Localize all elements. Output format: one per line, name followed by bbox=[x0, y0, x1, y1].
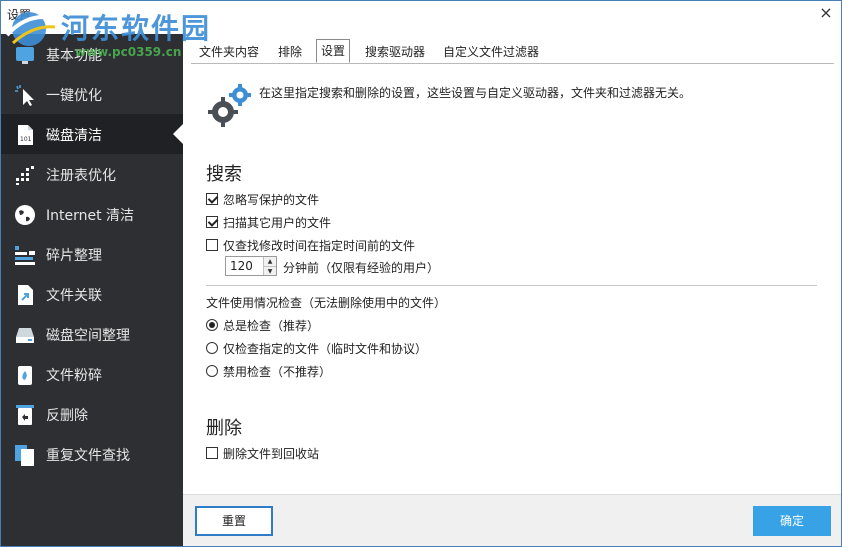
watermark-logo-icon bbox=[5, 12, 58, 46]
watermark-text: 河东软件园 bbox=[61, 12, 212, 45]
sidebar-item-label: 重复文件查找 bbox=[46, 448, 130, 464]
checkbox-label: 删除文件到回收站 bbox=[223, 447, 320, 461]
sidebar-item-disk-clean[interactable]: 101 磁盘清洁 bbox=[1, 114, 183, 154]
sidebar-item-label: 反删除 bbox=[46, 408, 88, 424]
spin-up-button[interactable]: ▲ bbox=[263, 257, 276, 266]
duplicate-files-icon bbox=[15, 445, 34, 466]
reset-button[interactable]: 重置 bbox=[195, 506, 273, 536]
tab-settings[interactable]: 设置 bbox=[316, 39, 351, 63]
sidebar-item-registry-optimize[interactable]: 注册表优化 bbox=[1, 154, 183, 194]
registry-dots-icon bbox=[16, 166, 34, 185]
radio-button[interactable] bbox=[206, 365, 218, 377]
sidebar-item-label: 磁盘空间整理 bbox=[46, 328, 130, 344]
sidebar-item-file-shredder[interactable]: 文件粉碎 bbox=[1, 354, 183, 394]
sidebar-item-defrag[interactable]: 碎片整理 bbox=[1, 234, 183, 274]
checkbox-label: 扫描其它用户的文件 bbox=[223, 216, 332, 230]
active-pointer bbox=[173, 124, 183, 144]
defrag-icon bbox=[15, 246, 35, 265]
sidebar-item-label: 文件粉碎 bbox=[46, 368, 102, 384]
radio-label: 仅检查指定的文件（临时文件和协议） bbox=[223, 342, 428, 356]
checkbox-box[interactable] bbox=[206, 193, 218, 205]
radio-button[interactable] bbox=[206, 342, 218, 354]
checkbox-box[interactable] bbox=[206, 239, 218, 251]
minutes-spinbox[interactable]: 120 ▲ ▼ bbox=[225, 256, 277, 276]
drive-icon bbox=[16, 328, 34, 343]
minutes-value[interactable]: 120 bbox=[230, 259, 253, 273]
sidebar-item-file-association[interactable]: 文件关联 bbox=[1, 274, 183, 314]
section-divider bbox=[206, 285, 817, 286]
sidebar-item-disk-space[interactable]: 磁盘空间整理 bbox=[1, 314, 183, 354]
checkbox-box[interactable] bbox=[206, 447, 218, 459]
checkbox-label: 仅查找修改时间在指定时间前的文件 bbox=[223, 239, 416, 253]
settings-window: 设置 × 基本功能 一键优化 101 磁盘清洁 注册表优化 Internet 清… bbox=[0, 0, 842, 547]
tab-exclude[interactable]: 排除 bbox=[274, 41, 306, 63]
spin-down-button[interactable]: ▼ bbox=[263, 266, 276, 275]
sidebar-item-undelete[interactable]: 反删除 bbox=[1, 394, 183, 434]
globe-icon bbox=[15, 205, 35, 225]
radio-label: 总是检查（推荐） bbox=[223, 319, 320, 333]
close-button[interactable]: × bbox=[815, 3, 837, 25]
search-section-title: 搜索 bbox=[206, 164, 242, 185]
watermark-url: www.pc0359.cn bbox=[75, 45, 182, 59]
cursor-sparkle-icon bbox=[15, 85, 34, 106]
tab-folder-content[interactable]: 文件夹内容 bbox=[195, 41, 263, 63]
tab-search-drives[interactable]: 搜索驱动器 bbox=[361, 41, 429, 63]
sidebar-item-internet-clean[interactable]: Internet 清洁 bbox=[1, 194, 183, 234]
sidebar-item-duplicate-finder[interactable]: 重复文件查找 bbox=[1, 434, 183, 474]
file-link-icon bbox=[18, 285, 33, 305]
svg-text:101: 101 bbox=[20, 136, 32, 143]
sidebar-item-label: 一键优化 bbox=[46, 88, 102, 104]
shredder-icon bbox=[18, 366, 32, 385]
sidebar-item-label: 碎片整理 bbox=[46, 248, 102, 264]
sidebar-item-label: Internet 清洁 bbox=[46, 208, 135, 224]
sidebar-item-one-click-optimize[interactable]: 一键优化 bbox=[1, 74, 183, 114]
disk-file-icon: 101 bbox=[18, 125, 33, 145]
radio-label: 禁用检查（不推荐） bbox=[223, 365, 332, 379]
ok-button[interactable]: 确定 bbox=[753, 506, 831, 536]
settings-panel: 在这里指定搜索和删除的设置，这些设置与自定义驱动器，文件夹和过滤器无关。 搜索 … bbox=[191, 64, 834, 494]
tab-custom-filters[interactable]: 自定义文件过滤器 bbox=[439, 41, 543, 63]
checkbox-label: 忽略写保护的文件 bbox=[223, 193, 320, 207]
minutes-suffix: 分钟前（仅限有经验的用户） bbox=[283, 261, 440, 275]
usage-check-label: 文件使用情况检查（无法删除使用中的文件） bbox=[206, 296, 447, 310]
delete-section-title: 删除 bbox=[206, 418, 242, 439]
radio-button[interactable] bbox=[206, 319, 218, 331]
sidebar: 基本功能 一键优化 101 磁盘清洁 注册表优化 Internet 清洁 碎片整… bbox=[1, 34, 183, 546]
checkbox-box[interactable] bbox=[206, 216, 218, 228]
undelete-icon bbox=[16, 405, 34, 425]
dialog-footer: 重置 确定 bbox=[183, 494, 841, 546]
settings-description: 在这里指定搜索和删除的设置，这些设置与自定义驱动器，文件夹和过滤器无关。 bbox=[259, 86, 692, 100]
gears-icon bbox=[208, 84, 251, 127]
sidebar-item-label: 文件关联 bbox=[46, 288, 102, 304]
sidebar-item-label: 注册表优化 bbox=[46, 168, 116, 184]
sidebar-item-label: 磁盘清洁 bbox=[46, 128, 102, 144]
